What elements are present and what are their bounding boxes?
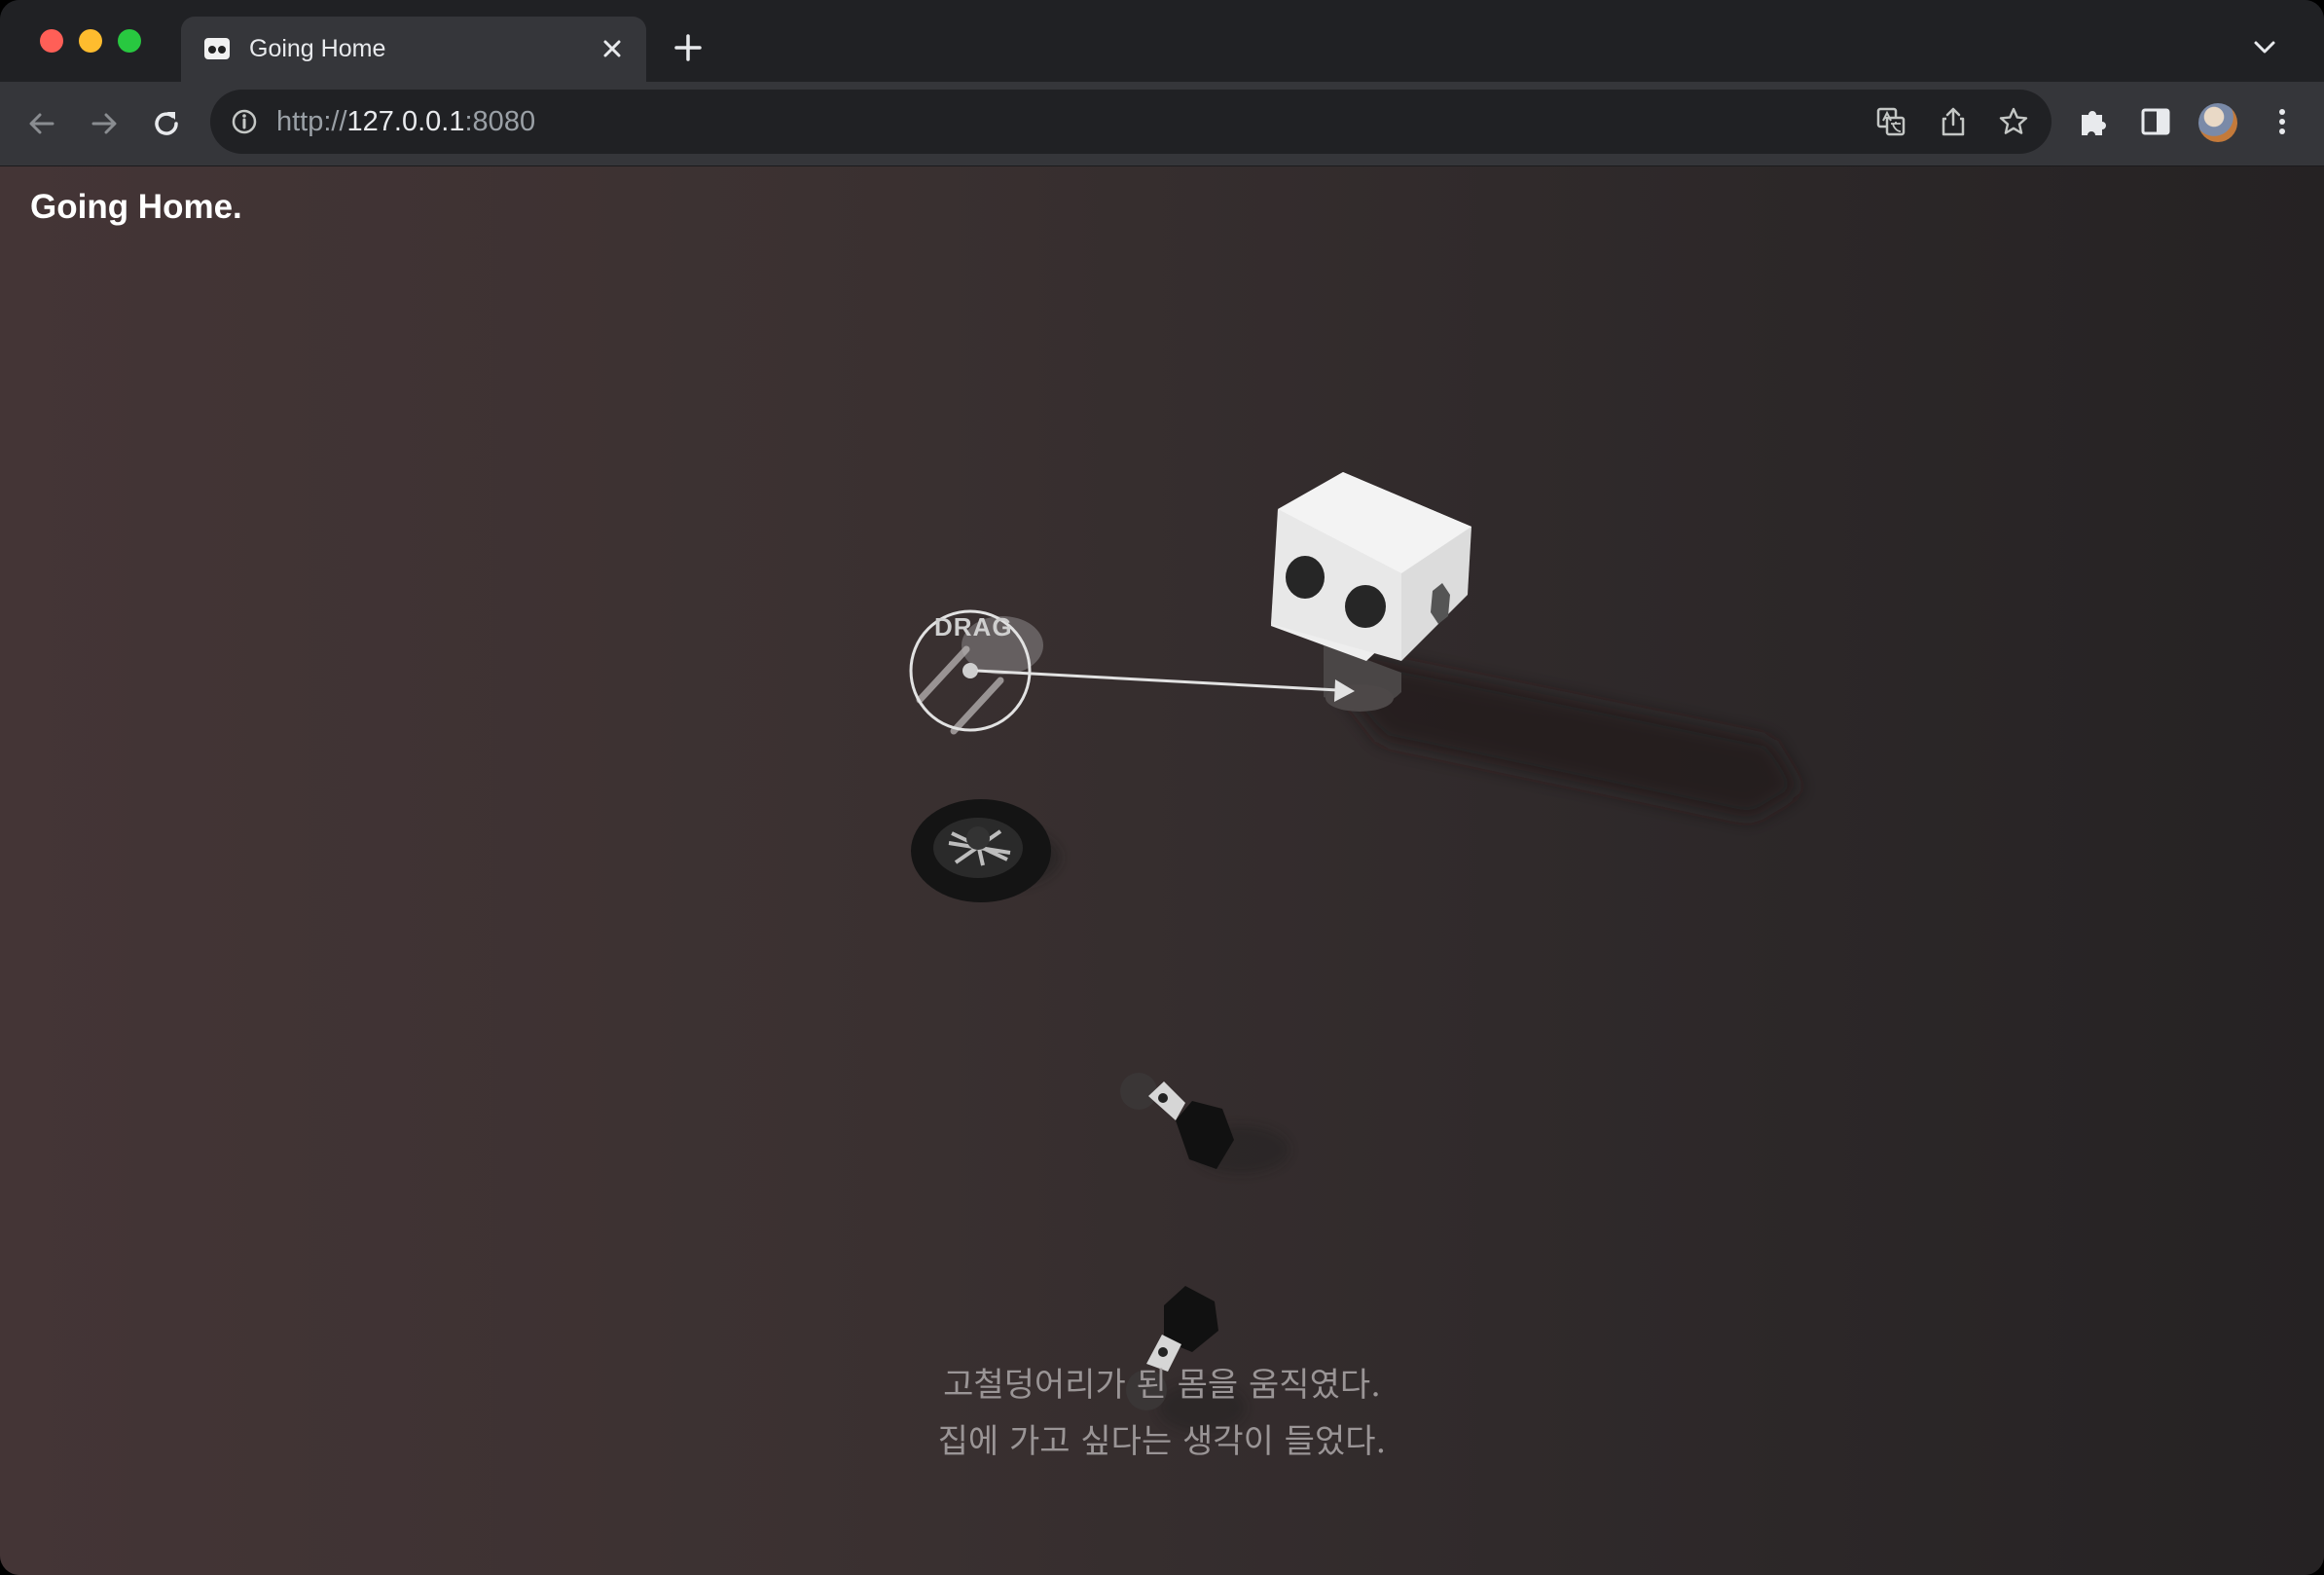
url-text[interactable]: http://127.0.0.1:8080	[276, 106, 535, 138]
reload-icon[interactable]	[146, 103, 187, 144]
tab-title: Going Home	[249, 35, 386, 62]
close-window-button[interactable]	[40, 29, 63, 53]
profile-avatar[interactable]	[2198, 103, 2237, 142]
extensions-puzzle-icon[interactable]	[2075, 103, 2112, 140]
new-tab-plus-icon[interactable]	[672, 31, 705, 64]
more-menu-icon[interactable]	[2264, 103, 2301, 140]
share-icon[interactable]	[1937, 105, 1970, 138]
translate-icon[interactable]	[1874, 105, 1907, 138]
browser-window: Going Home http://127.0.0.1:8080 Going H…	[0, 0, 2324, 1575]
side-panel-icon[interactable]	[2137, 103, 2174, 140]
forward-arrow-icon[interactable]	[84, 103, 125, 144]
url-port: :8080	[464, 106, 536, 137]
site-info-icon[interactable]	[230, 107, 259, 136]
robot-arm-upper[interactable]	[1120, 1073, 1289, 1174]
tab-search-chevron-icon[interactable]	[2250, 35, 2279, 58]
tab-close-icon[interactable]	[598, 34, 627, 63]
bookmark-star-icon[interactable]	[1997, 105, 2030, 138]
robot-wheel[interactable]	[911, 799, 1061, 902]
url-host: 127.0.0.1	[346, 106, 465, 137]
story-caption-line-1: 고철덩어리가 된 몸을 움직였다.	[943, 1366, 1381, 1405]
robot-shadow	[1343, 653, 1800, 819]
page-content: Going Home. DRAG 고철덩어리가 된 몸을 움직였다. 집에 가고…	[0, 166, 2324, 1575]
drag-label: DRAG	[934, 612, 1013, 641]
robot-face-favicon-icon	[204, 38, 230, 59]
back-arrow-icon[interactable]	[21, 103, 62, 144]
address-bar[interactable]: http://127.0.0.1:8080	[210, 90, 2052, 154]
maximize-window-button[interactable]	[118, 29, 141, 53]
robot-eye-left	[1286, 556, 1325, 599]
browser-tab[interactable]: Going Home	[181, 17, 646, 82]
minimize-window-button[interactable]	[79, 29, 102, 53]
tab-strip: Going Home	[0, 0, 2324, 82]
story-caption-line-2: 집에 가고 싶다는 생각이 들었다.	[937, 1422, 1387, 1461]
robot-eye-right	[1345, 585, 1386, 628]
url-scheme: http://	[276, 106, 347, 137]
